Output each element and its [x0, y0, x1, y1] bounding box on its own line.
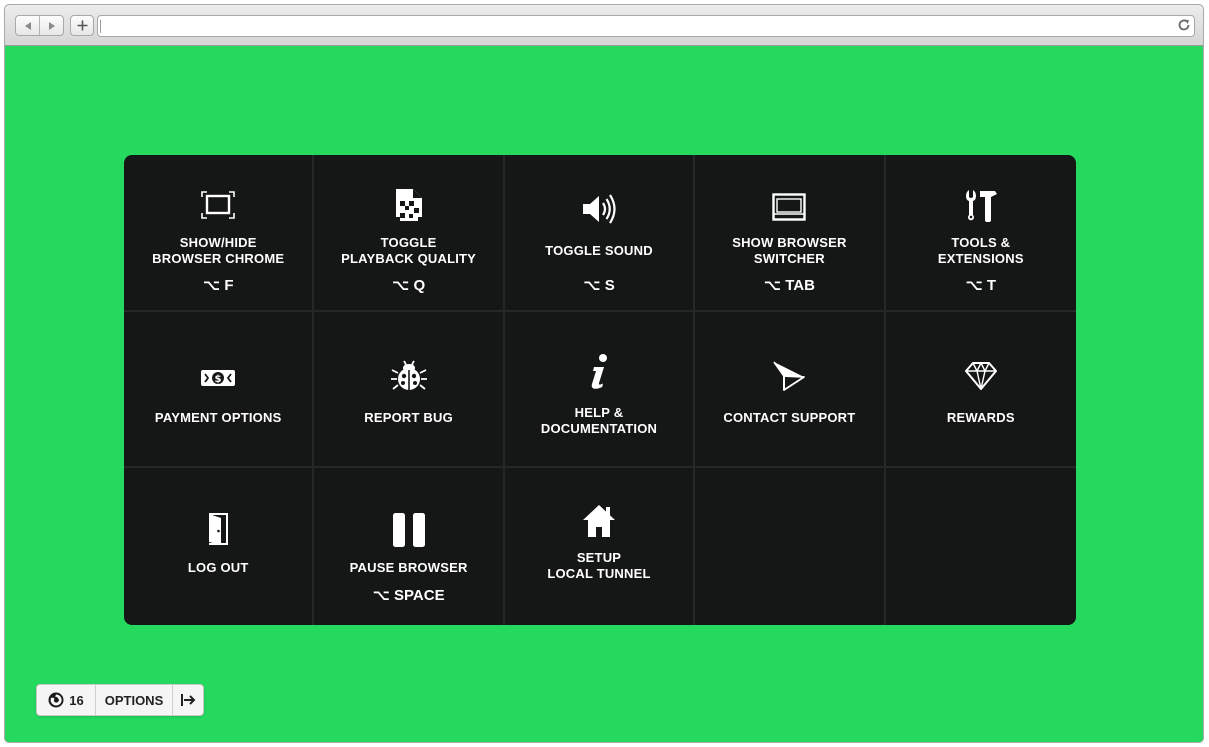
text-caret [100, 20, 101, 33]
option-label: REWARDS [946, 409, 1015, 425]
option-label: LOG OUT [187, 560, 249, 576]
back-button[interactable] [16, 16, 39, 35]
option-label: PAYMENT OPTIONS [154, 409, 282, 425]
exit-arrow-icon [181, 694, 196, 706]
show-hide-browser-chrome-option[interactable]: SHOW/HIDE BROWSER CHROME ⌥ F [124, 155, 315, 312]
toggle-playback-quality-option[interactable]: TOGGLE PLAYBACK QUALITY ⌥ Q [314, 155, 505, 312]
paper-plane-icon [773, 361, 806, 391]
plus-icon [77, 20, 87, 31]
pause-browser-option[interactable]: PAUSE BROWSER ⌥ SPACE [314, 468, 505, 625]
browser-version-button[interactable]: 16 [37, 685, 95, 715]
report-bug-option[interactable]: REPORT BUG [314, 311, 505, 469]
triangle-right-icon [48, 21, 55, 30]
wrench-hammer-icon [965, 190, 997, 222]
option-label: HELP & DOCUMENTATION [540, 404, 658, 436]
svg-text:$: $ [215, 374, 222, 385]
empty-cell [886, 468, 1076, 625]
reload-icon [1178, 19, 1190, 31]
forward-button[interactable] [39, 16, 63, 35]
home-icon [582, 505, 615, 538]
pixelated-file-icon [395, 189, 422, 221]
ladybug-icon [390, 360, 427, 390]
fullscreen-frame-icon [201, 191, 235, 219]
keyboard-shortcut: ⌥ S [583, 277, 615, 294]
keyboard-shortcut: ⌥ SPACE [372, 587, 445, 605]
pause-icon [392, 513, 425, 548]
toggle-sound-option[interactable]: TOGGLE SOUND ⌥ S [504, 155, 696, 312]
new-tab-button[interactable] [70, 15, 94, 36]
keyboard-shortcut: ⌥ TAB [763, 277, 815, 294]
diamond-icon [964, 361, 997, 390]
contact-support-option[interactable]: CONTACT SUPPORT [695, 311, 886, 469]
option-label: SHOW/HIDE BROWSER CHROME [152, 235, 285, 266]
options-button[interactable]: OPTIONS [95, 685, 172, 715]
show-browser-switcher-option[interactable]: SHOW BROWSER SWITCHER ⌥ TAB [695, 155, 886, 312]
browser-version: 16 [69, 692, 84, 708]
browser-window-icon [772, 193, 807, 221]
tools-extensions-option[interactable]: TOOLS & EXTENSIONS ⌥ T [885, 155, 1076, 312]
toolbox-menu-panel: SHOW/HIDE BROWSER CHROME ⌥ F TOGGLE PLAY… [124, 155, 1076, 625]
dollar-bill-icon: $ [201, 369, 236, 386]
option-label: SHOW BROWSER SWITCHER [732, 235, 847, 266]
firefox-icon [48, 692, 64, 708]
option-label: REPORT BUG [364, 409, 453, 425]
option-label: SETUP LOCAL TUNNEL [547, 550, 651, 582]
option-label: PAUSE BROWSER [349, 560, 468, 576]
reload-button[interactable] [1177, 18, 1191, 37]
setup-local-tunnel-option[interactable]: SETUP LOCAL TUNNEL [505, 468, 696, 625]
info-icon [591, 353, 607, 389]
options-label: OPTIONS [104, 692, 164, 708]
option-label: TOGGLE PLAYBACK QUALITY [341, 235, 477, 266]
empty-cell [695, 468, 886, 625]
session-control-bar: 16 OPTIONS [36, 684, 204, 716]
log-out-option[interactable]: LOG OUT [124, 468, 315, 625]
keyboard-shortcut: ⌥ T [965, 277, 997, 294]
keyboard-shortcut: ⌥ Q [392, 277, 426, 294]
browser-toolbar [5, 5, 1203, 46]
option-label: TOGGLE SOUND [545, 243, 653, 258]
option-label: CONTACT SUPPORT [723, 409, 856, 425]
speaker-icon [582, 194, 616, 224]
address-bar[interactable] [97, 15, 1195, 37]
triangle-left-icon [24, 21, 31, 30]
rewards-option[interactable]: REWARDS [885, 312, 1076, 469]
nav-button-group [15, 15, 64, 36]
option-label: TOOLS & EXTENSIONS [937, 235, 1024, 266]
payment-options-option[interactable]: $ PAYMENT OPTIONS [124, 311, 315, 469]
keyboard-shortcut: ⌥ F [202, 277, 234, 294]
help-documentation-option[interactable]: HELP & DOCUMENTATION [504, 311, 696, 469]
door-exit-icon [209, 513, 229, 546]
end-session-button[interactable] [172, 685, 203, 715]
